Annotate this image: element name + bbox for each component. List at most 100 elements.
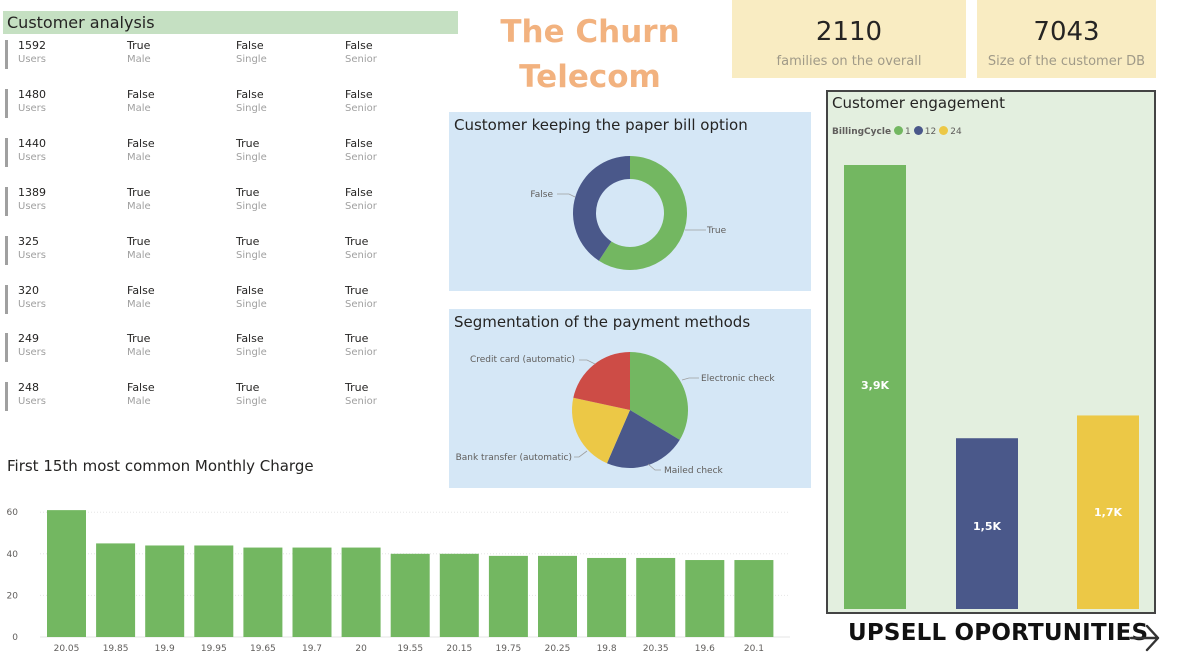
cell-value: True (127, 234, 151, 248)
cell-single: True Single (236, 381, 267, 409)
cell-label: Users (18, 102, 47, 114)
cell-value: True (236, 381, 260, 395)
cell-label: Single (236, 396, 267, 408)
cell-label: Single (236, 347, 267, 359)
payment-methods-panel: Segmentation of the payment methods Elec… (449, 309, 811, 488)
customer-engagement-panel: Customer engagement BillingCycle 1 12 24 3,… (826, 90, 1156, 614)
cell-label: Single (236, 200, 267, 212)
cell-label: Users (18, 396, 47, 408)
cell-label: Male (127, 54, 151, 65)
engagement-data-label: 1,5K (973, 520, 1001, 533)
pie-label: Electronic check (701, 374, 775, 384)
cell-label: Senior (345, 347, 377, 359)
cell-gender: False Male (127, 381, 155, 409)
cell-users: 1480 Users (18, 88, 46, 116)
cell-value: 1480 (18, 87, 46, 101)
monthly-charge-bar (685, 560, 725, 637)
kpi-label: Size of the customer DB (987, 54, 1146, 69)
cell-label: Male (127, 347, 151, 359)
cell-users: 1389 Users (18, 186, 46, 214)
monthly-charge-bar (47, 510, 86, 637)
cell-gender: True Male (127, 332, 151, 360)
row-accent-bar (5, 186, 8, 216)
cell-value: 320 (18, 283, 39, 297)
cell-senior: True Senior (345, 381, 377, 409)
cell-users: 249 Users (18, 332, 46, 360)
cell-label: Male (127, 151, 151, 163)
cell-value: 1389 (18, 185, 46, 199)
cell-users: 325 Users (18, 235, 46, 263)
table-row: 248 Users False Male True Single True Senior (5, 379, 445, 419)
cell-gender: False Male (127, 88, 155, 116)
row-accent-bar (5, 284, 8, 314)
row-accent-bar (5, 88, 8, 118)
monthly-charge-bar (439, 553, 479, 637)
x-tick-label: 19.75 (496, 644, 522, 654)
pie-label: Credit card (automatic) (470, 355, 575, 365)
leader-line (681, 377, 699, 381)
x-tick-label: 19.6 (695, 644, 715, 654)
cell-value: False (236, 87, 264, 101)
x-tick-label: 19.95 (201, 644, 227, 654)
table-row: 1389 Users True Male True Single False Senior (5, 184, 445, 224)
monthly-charge-bar (538, 555, 577, 637)
table-row: 325 Users True Male True Single True Senior (5, 233, 445, 273)
cell-value: False (127, 136, 155, 150)
cell-senior: False Senior (345, 137, 377, 165)
cell-gender: True Male (127, 186, 151, 214)
upsell-link[interactable]: UPSELL OPORTUNITIES (848, 620, 1148, 646)
cell-label: Single (236, 298, 267, 310)
monthly-charge-bar (194, 545, 234, 637)
cell-single: False Single (236, 284, 267, 312)
row-accent-bar (5, 40, 8, 69)
cell-value: 249 (18, 332, 39, 346)
cell-label: Senior (345, 298, 377, 310)
paper-bill-panel: Customer keeping the paper bill option T… (449, 112, 811, 291)
cell-label: Users (18, 54, 47, 65)
kpi-card-families: 2110 families on the overall (732, 0, 966, 78)
cell-value: False (345, 185, 373, 199)
cell-gender: True Male (127, 39, 151, 67)
leader-line (579, 359, 596, 365)
row-accent-bar (5, 382, 8, 412)
monthly-charge-bar (292, 547, 332, 637)
cell-value: True (127, 39, 151, 52)
cell-senior: True Senior (345, 332, 377, 360)
cell-value: True (345, 234, 369, 248)
monthly-charge-bar (341, 547, 381, 637)
cell-label: Single (236, 151, 267, 163)
customer-engagement-chart: 3,9K 1,5K 1,7K (844, 165, 1139, 609)
y-tick-label: 0 (12, 633, 18, 643)
kpi-label: families on the overall (776, 54, 922, 69)
cell-label: Senior (345, 102, 377, 114)
cell-senior: False Senior (345, 39, 377, 67)
cell-label: Male (127, 298, 151, 310)
cell-label: Male (127, 249, 151, 261)
donut-label-false: False (530, 190, 553, 200)
engagement-data-label: 3,9K (861, 379, 889, 392)
cell-senior: True Senior (345, 235, 377, 263)
cell-users: 248 Users (18, 381, 46, 409)
title-line-2: Telecom (519, 59, 661, 95)
x-tick-label: 19.9 (155, 644, 175, 654)
cell-value: True (236, 185, 260, 199)
cell-single: True Single (236, 186, 267, 214)
pie-label: Mailed check (664, 466, 724, 476)
table-row: 249 Users True Male False Single True Senior (5, 330, 445, 370)
y-tick-label: 40 (7, 550, 19, 560)
table-row: 320 Users False Male False Single True Senior (5, 282, 445, 322)
x-tick-label: 19.65 (250, 644, 276, 654)
cell-label: Senior (345, 396, 377, 408)
cell-value: True (345, 332, 369, 346)
pie-label: Bank transfer (automatic) (456, 453, 572, 463)
monthly-charge-bar (488, 555, 528, 637)
leader-line (557, 193, 576, 198)
cell-value: True (345, 381, 369, 395)
cell-value: 1440 (18, 136, 46, 150)
payment-methods-pie-chart: Electronic check Mailed check Bank transfe… (456, 352, 775, 476)
monthly-charge-title: First 15th most common Monthly Charge (7, 457, 314, 475)
cell-label: Users (18, 151, 47, 163)
cell-label: Senior (345, 151, 377, 163)
arrow-right-icon[interactable] (1128, 621, 1162, 655)
cell-senior: True Senior (345, 284, 377, 312)
